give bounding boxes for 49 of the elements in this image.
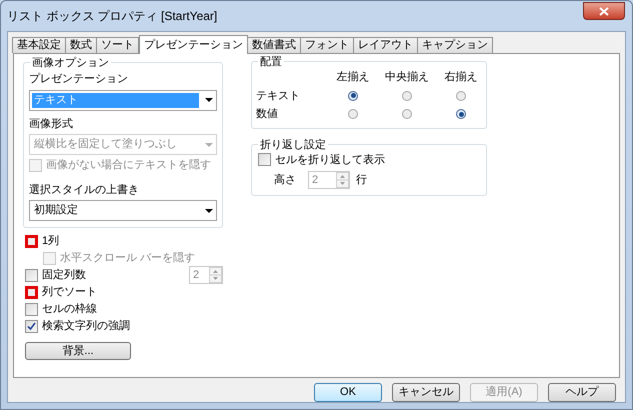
checkbox-label: 列でソート	[42, 284, 97, 300]
field-label: 選択スタイルの上書き	[29, 182, 140, 198]
checkbox-label: 検索文字列の強調	[42, 318, 130, 334]
dropdown-arrow-icon	[205, 208, 213, 212]
radio-button[interactable]	[456, 109, 466, 120]
close-button[interactable]	[583, 2, 625, 20]
checkbox[interactable]	[25, 320, 38, 332]
field-label: プレゼンテーション	[29, 72, 129, 87]
tab[interactable]: レイアウト	[353, 37, 418, 53]
dialog-button[interactable]: OK	[314, 383, 382, 402]
column-label: 中央揃え	[384, 70, 430, 85]
checkbox-label: 画像がない場合にテキストを隠す	[46, 158, 211, 173]
row-label: 数値	[256, 107, 279, 122]
radio-button[interactable]	[402, 90, 412, 101]
checkbox-label: 水平スクロール バーを隠す	[60, 250, 196, 266]
checkbox-label: セルの枠線	[42, 302, 97, 317]
window-title: リスト ボックス プロパティ [StartYear]	[7, 8, 218, 25]
radio-button[interactable]	[348, 90, 358, 101]
radio-button[interactable]	[348, 109, 358, 120]
radio-button[interactable]	[456, 90, 466, 101]
checkbox[interactable]	[25, 286, 38, 298]
dialog-button[interactable]: ヘルプ	[548, 383, 616, 402]
dropdown-arrow-icon	[205, 98, 213, 102]
tab[interactable]: 基本設定	[12, 37, 66, 53]
dropdown-arrow-icon	[205, 142, 213, 146]
column-label: 左揃え	[336, 70, 370, 85]
column-label: 右揃え	[444, 70, 478, 85]
tab[interactable]: フォント	[300, 37, 354, 53]
tab[interactable]: プレゼンテーション	[139, 35, 248, 54]
close-icon	[599, 6, 609, 16]
selection-style-dropdown[interactable]: 初期設定	[29, 200, 217, 221]
row-label: テキスト	[256, 88, 301, 104]
unit-label: 行	[356, 172, 367, 188]
group-title: 折り返し設定	[258, 136, 328, 153]
tab[interactable]: 数値書式	[247, 37, 301, 53]
checkbox-label: 固定列数	[42, 268, 86, 283]
checkbox[interactable]	[25, 234, 38, 248]
tab[interactable]: キャプション	[417, 37, 493, 53]
dialog-button[interactable]: キャンセル	[392, 383, 460, 402]
tab[interactable]: 数式	[65, 37, 97, 53]
tab[interactable]: ソート	[96, 37, 139, 53]
field-label: 画像形式	[29, 116, 74, 132]
checkbox[interactable]	[25, 302, 38, 316]
checkbox-label: 1列	[42, 234, 60, 249]
background-button[interactable]: 背景...	[25, 342, 131, 360]
checkbox[interactable]	[258, 153, 271, 166]
radio-button[interactable]	[402, 109, 412, 120]
field-label: 高さ	[274, 172, 297, 188]
checkbox-label: セルを折り返して表示	[275, 152, 385, 168]
